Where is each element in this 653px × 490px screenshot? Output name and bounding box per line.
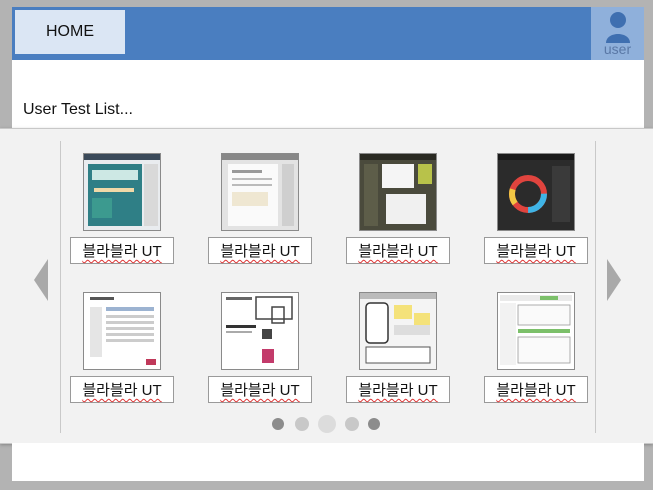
ut-label[interactable]: 블라블라 UT [70,376,174,403]
user-menu-button[interactable]: user [591,7,644,60]
ut-card[interactable]: 블라블라 UT [346,153,450,293]
ut-card[interactable]: 블라블라 UT [484,153,588,293]
ut-label[interactable]: 블라블라 UT [208,376,312,403]
ut-carousel: 블라블라 UT 블라블라 UT 블라블라 UT 블라블라 UT 블라블라 UT … [0,128,653,444]
carousel-pagination [270,415,390,433]
ut-thumbnail [359,153,437,231]
carousel-divider-left [60,141,61,433]
pagination-dot-1[interactable] [272,418,284,430]
ut-thumbnail [221,153,299,231]
ut-thumbnail [497,153,575,231]
page-title: User Test List... [23,101,133,118]
ut-label[interactable]: 블라블라 UT [346,237,450,264]
ut-label[interactable]: 블라블라 UT [346,376,450,403]
ut-card[interactable]: 블라블라 UT [346,292,450,432]
ut-card[interactable]: 블라블라 UT [70,153,174,293]
carousel-divider-right [595,141,596,433]
ut-label[interactable]: 블라블라 UT [70,237,174,264]
ut-card[interactable]: 블라블라 UT [208,292,312,432]
pagination-dot-2[interactable] [295,417,309,431]
ut-thumbnail [83,153,161,231]
ut-thumbnail [497,292,575,370]
chevron-right-icon[interactable] [607,259,621,301]
ut-label[interactable]: 블라블라 UT [484,237,588,264]
ut-thumbnail [83,292,161,370]
ut-label[interactable]: 블라블라 UT [208,237,312,264]
ut-card[interactable]: 블라블라 UT [208,153,312,293]
pagination-dot-4[interactable] [345,417,359,431]
chevron-left-icon[interactable] [34,259,48,301]
pagination-dot-3[interactable] [318,415,336,433]
ut-card[interactable]: 블라블라 UT [70,292,174,432]
ut-thumbnail [359,292,437,370]
top-navbar: HOME user [12,7,644,60]
ut-thumbnail [221,292,299,370]
footer-area [12,443,644,481]
pagination-dot-5[interactable] [368,418,380,430]
user-label: user [603,41,632,57]
ut-card[interactable]: 블라블라 UT [484,292,588,432]
user-icon [606,12,630,43]
ut-label[interactable]: 블라블라 UT [484,376,588,403]
home-tab[interactable]: HOME [15,10,125,54]
